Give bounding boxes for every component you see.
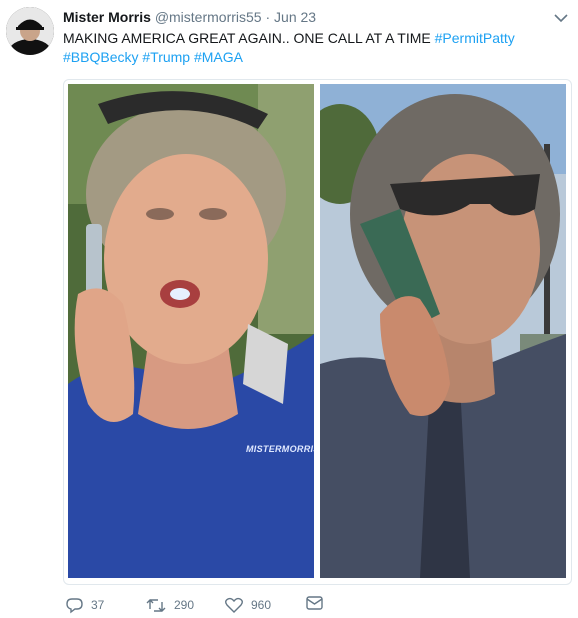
reply-count: 37 <box>91 598 105 612</box>
avatar[interactable] <box>6 7 54 55</box>
message-button[interactable] <box>306 596 323 610</box>
tweet-body: MAKING AMERICA GREAT AGAIN.. ONE CALL AT… <box>63 30 431 46</box>
tweet-date[interactable]: Jun 23 <box>274 9 316 25</box>
tweet-header: Mister Morris @mistermorris55 · Jun 23 <box>63 8 316 26</box>
media-image-right[interactable] <box>320 84 566 578</box>
hashtag-maga[interactable]: #MAGA <box>194 49 243 65</box>
reply-icon <box>66 597 83 614</box>
retweet-count: 290 <box>174 598 195 612</box>
like-button[interactable]: 960 <box>225 596 271 614</box>
hashtag-permitpatty[interactable]: #PermitPatty <box>435 30 515 46</box>
hashtag-trump[interactable]: #Trump <box>142 49 190 65</box>
like-count: 960 <box>251 598 272 612</box>
retweet-icon <box>146 597 166 614</box>
like-icon <box>225 597 243 613</box>
display-name[interactable]: Mister Morris <box>63 9 151 25</box>
separator: · <box>265 9 271 25</box>
retweet-button[interactable]: 290 <box>146 596 194 614</box>
tweet-media[interactable]: MISTERMORRIS <box>63 79 572 585</box>
media-image-left[interactable]: MISTERMORRIS <box>68 84 314 578</box>
reply-button[interactable]: 37 <box>66 596 104 614</box>
message-icon <box>306 596 323 610</box>
tweet-text: MAKING AMERICA GREAT AGAIN.. ONE CALL AT… <box>63 29 563 67</box>
media-watermark: MISTERMORRIS <box>246 444 314 454</box>
hashtag-bbqbecky[interactable]: #BBQBecky <box>63 49 138 65</box>
handle[interactable]: @mistermorris55 <box>155 9 262 25</box>
chevron-down-icon[interactable] <box>554 10 568 23</box>
